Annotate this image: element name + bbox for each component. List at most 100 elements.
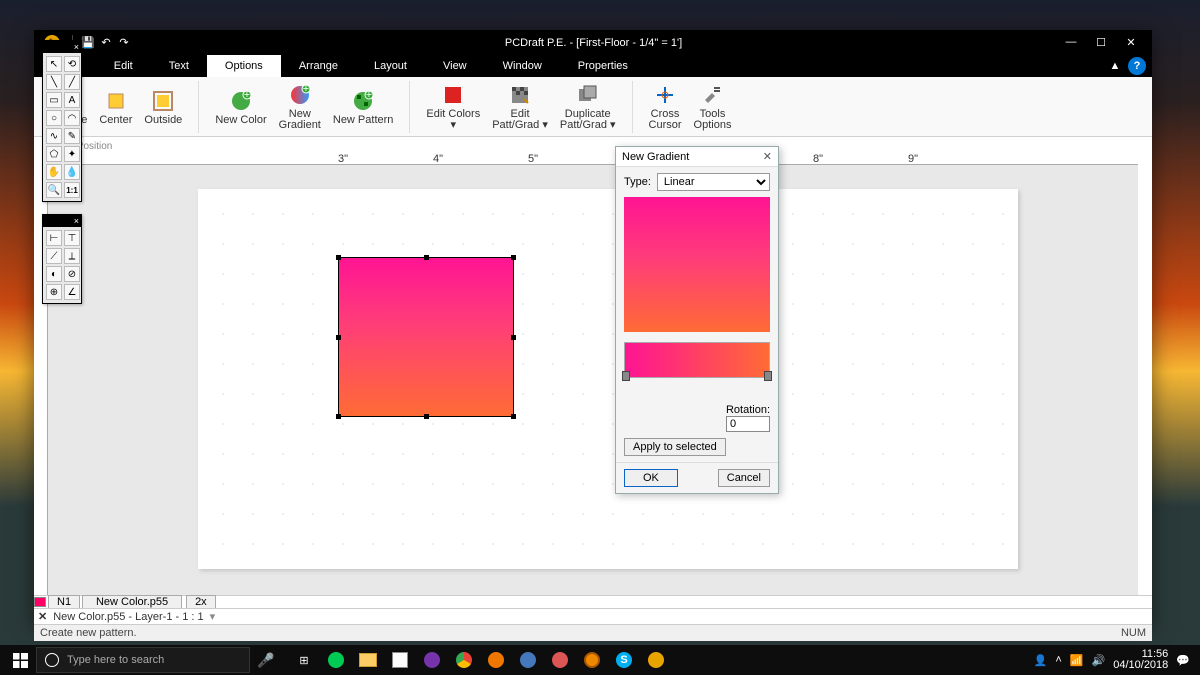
arrow-tool-icon[interactable]: ↖	[46, 56, 62, 72]
statusbar: Create new pattern. NUM	[34, 624, 1152, 641]
curve-tool-icon[interactable]: ∿	[46, 128, 62, 144]
dim-h-icon[interactable]: ⊢	[46, 230, 62, 246]
cross-cursor-button[interactable]: Cross Cursor	[643, 81, 688, 133]
app-icon[interactable]	[418, 646, 446, 674]
menu-window[interactable]: Window	[485, 55, 560, 77]
menu-text[interactable]: Text	[151, 55, 207, 77]
apply-to-selected-button[interactable]: Apply to selected	[624, 438, 726, 456]
pcdraft-icon[interactable]	[642, 646, 670, 674]
edge-icon[interactable]	[322, 646, 350, 674]
help-icon[interactable]: ?	[1128, 57, 1146, 75]
gradient-slider[interactable]	[624, 342, 770, 378]
menu-view[interactable]: View	[425, 55, 485, 77]
eyedropper-tool-icon[interactable]: 💧	[64, 164, 80, 180]
skype-icon[interactable]: S	[610, 646, 638, 674]
taskbar-search[interactable]: Type here to search	[36, 647, 250, 673]
main-tool-palette[interactable]: × ↖ ⟲ ╲ ╱ ▭ A ○ ◠ ∿ ✎ ⬠ ✦ ✋ 💧 🔍 1:1	[42, 40, 82, 202]
store-icon[interactable]	[386, 646, 414, 674]
minimize-button[interactable]: —	[1062, 36, 1080, 49]
freehand-tool-icon[interactable]: ✎	[64, 128, 80, 144]
zoom-tool-icon[interactable]: 🔍	[46, 182, 62, 198]
new-gradient-button[interactable]: +New Gradient	[273, 81, 327, 133]
status-num: NUM	[1121, 627, 1146, 639]
chrome-icon[interactable]	[450, 646, 478, 674]
new-pattern-button[interactable]: +New Pattern	[327, 87, 400, 128]
close-document-icon[interactable]: ✕	[38, 610, 47, 623]
dim-perp-icon[interactable]: ⟂	[64, 248, 80, 264]
edit-patt-grad-button[interactable]: Edit Patt/Grad ▾	[486, 81, 554, 133]
arc-tool-icon[interactable]: ◠	[64, 110, 80, 126]
status-text: Create new pattern.	[40, 627, 137, 639]
polyline-tool-icon[interactable]: ╱	[64, 74, 80, 90]
ellipse-tool-icon[interactable]: ○	[46, 110, 62, 126]
dim-v-icon[interactable]: ⊤	[64, 230, 80, 246]
dimension-tool-palette[interactable]: × ⊢ ⊤ ⟋ ⟂ ◐ ⊘ ⊕ ∠	[42, 214, 82, 304]
layer-bar: ✕ New Color.p55 - Layer-1 - 1 : 1 ▾	[34, 608, 1152, 624]
dim-radius-icon[interactable]: ◐	[46, 266, 62, 282]
redo-icon[interactable]: ↷	[115, 34, 133, 52]
cancel-button[interactable]: Cancel	[718, 469, 770, 487]
app5-icon[interactable]	[578, 646, 606, 674]
clock[interactable]: 11:56 04/10/2018	[1113, 649, 1168, 671]
close-button[interactable]: ✕	[1122, 36, 1140, 49]
people-icon[interactable]: 👤	[1034, 654, 1048, 667]
text-tool-icon[interactable]: A	[64, 92, 80, 108]
center-button[interactable]: Center	[93, 87, 138, 128]
type-select[interactable]: Linear	[657, 173, 770, 191]
app4-icon[interactable]	[546, 646, 574, 674]
tray-chevron-icon[interactable]: ˄	[1055, 654, 1061, 666]
color-swatch[interactable]	[34, 597, 46, 607]
app2-icon[interactable]	[482, 646, 510, 674]
menu-arrange[interactable]: Arrange	[281, 55, 356, 77]
system-tray: 👤 ˄ 📶 🔊 11:56 04/10/2018 💬	[1034, 649, 1196, 671]
ok-button[interactable]: OK	[624, 469, 678, 487]
menu-options[interactable]: Options	[207, 55, 281, 77]
scale-tool-icon[interactable]: 1:1	[64, 182, 80, 198]
dim-angle-icon[interactable]: ∠	[64, 284, 80, 300]
dim-diameter-icon[interactable]: ⊘	[64, 266, 80, 282]
menu-properties[interactable]: Properties	[560, 55, 646, 77]
canvas[interactable]	[48, 165, 1138, 595]
workspace: 3" 4" 5" 6" 7" 8" 9"	[34, 152, 1152, 624]
drawing-page	[198, 189, 1018, 569]
titlebar: ✎ 💾 ↶ ↷ PCDraft P.E. - [First-Floor - 1/…	[34, 30, 1152, 55]
dim-center-icon[interactable]: ⊕	[46, 284, 62, 300]
volume-icon[interactable]: 🔊	[1092, 654, 1106, 667]
duplicate-patt-grad-button[interactable]: Duplicate Patt/Grad ▾	[554, 81, 622, 133]
network-icon[interactable]: 📶	[1070, 654, 1084, 667]
ribbon: Inside Center Outside +New Color +New Gr…	[34, 77, 1152, 137]
app3-icon[interactable]	[514, 646, 542, 674]
mic-icon[interactable]: 🎤	[250, 646, 282, 674]
explorer-icon[interactable]	[354, 646, 382, 674]
tab-file[interactable]: New Color.p55	[82, 595, 182, 609]
tab-n1[interactable]: N1	[48, 595, 80, 609]
rect-tool-icon[interactable]: ▭	[46, 92, 62, 108]
collapse-ribbon-icon[interactable]: ▲	[1106, 57, 1124, 75]
edit-colors-button[interactable]: Edit Colors ▾	[420, 81, 486, 133]
palette-close-icon[interactable]: ×	[74, 42, 79, 52]
polygon-tool-icon[interactable]: ⬠	[46, 146, 62, 162]
undo-icon[interactable]: ↶	[97, 34, 115, 52]
new-color-button[interactable]: +New Color	[209, 87, 272, 128]
outside-button[interactable]: Outside	[138, 87, 188, 128]
dialog-close-icon[interactable]: ✕	[763, 150, 772, 163]
palette-close-icon[interactable]: ×	[74, 216, 79, 226]
rotate-tool-icon[interactable]: ⟲	[64, 56, 80, 72]
tools-options-button[interactable]: Tools Options	[688, 81, 738, 133]
dim-slope-icon[interactable]: ⟋	[46, 248, 62, 264]
app-window: ✎ 💾 ↶ ↷ PCDraft P.E. - [First-Floor - 1/…	[34, 30, 1152, 626]
rotation-input[interactable]	[726, 416, 770, 432]
marker-tool-icon[interactable]: ✦	[64, 146, 80, 162]
notifications-icon[interactable]: 💬	[1176, 654, 1190, 667]
maximize-button[interactable]: ☐	[1092, 36, 1110, 49]
line-tool-icon[interactable]: ╲	[46, 74, 62, 90]
selected-rectangle[interactable]	[338, 257, 514, 417]
tab-zoom[interactable]: 2x	[186, 595, 216, 609]
layer-dropdown-icon[interactable]: ▾	[210, 610, 216, 623]
menu-layout[interactable]: Layout	[356, 55, 425, 77]
task-view-icon[interactable]: ⊞	[290, 646, 318, 674]
svg-text:+: +	[244, 90, 250, 101]
start-button[interactable]	[4, 646, 36, 674]
hand-tool-icon[interactable]: ✋	[46, 164, 62, 180]
menu-edit[interactable]: Edit	[96, 55, 151, 77]
